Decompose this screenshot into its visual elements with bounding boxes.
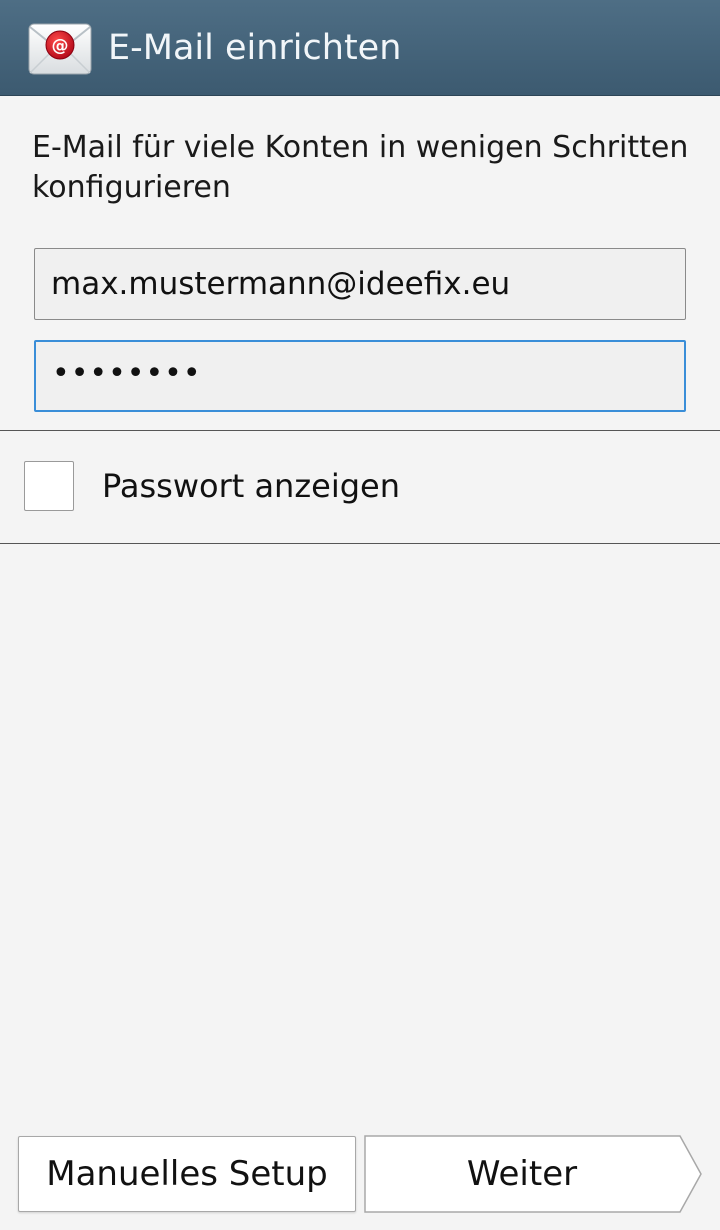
intro-text: E-Mail für viele Konten in wenigen Schri…: [32, 130, 689, 205]
show-password-label[interactable]: Passwort anzeigen: [102, 464, 400, 508]
email-input[interactable]: [34, 248, 686, 320]
password-input[interactable]: ••••••••: [34, 340, 686, 412]
page-title: E-Mail einrichten: [108, 28, 402, 68]
next-label: Weiter: [466, 1154, 578, 1194]
divider: [0, 543, 720, 544]
password-masked-value: ••••••••: [52, 356, 202, 391]
email-at-icon[interactable]: @: [28, 21, 92, 75]
manual-setup-button[interactable]: Manuelles Setup: [18, 1136, 356, 1212]
svg-text:@: @: [52, 36, 69, 56]
action-bar: @ E-Mail einrichten: [0, 0, 720, 96]
show-password-checkbox[interactable]: [24, 461, 74, 511]
divider: [0, 430, 720, 431]
next-button[interactable]: Weiter: [362, 1134, 704, 1214]
manual-setup-label: Manuelles Setup: [46, 1154, 328, 1194]
